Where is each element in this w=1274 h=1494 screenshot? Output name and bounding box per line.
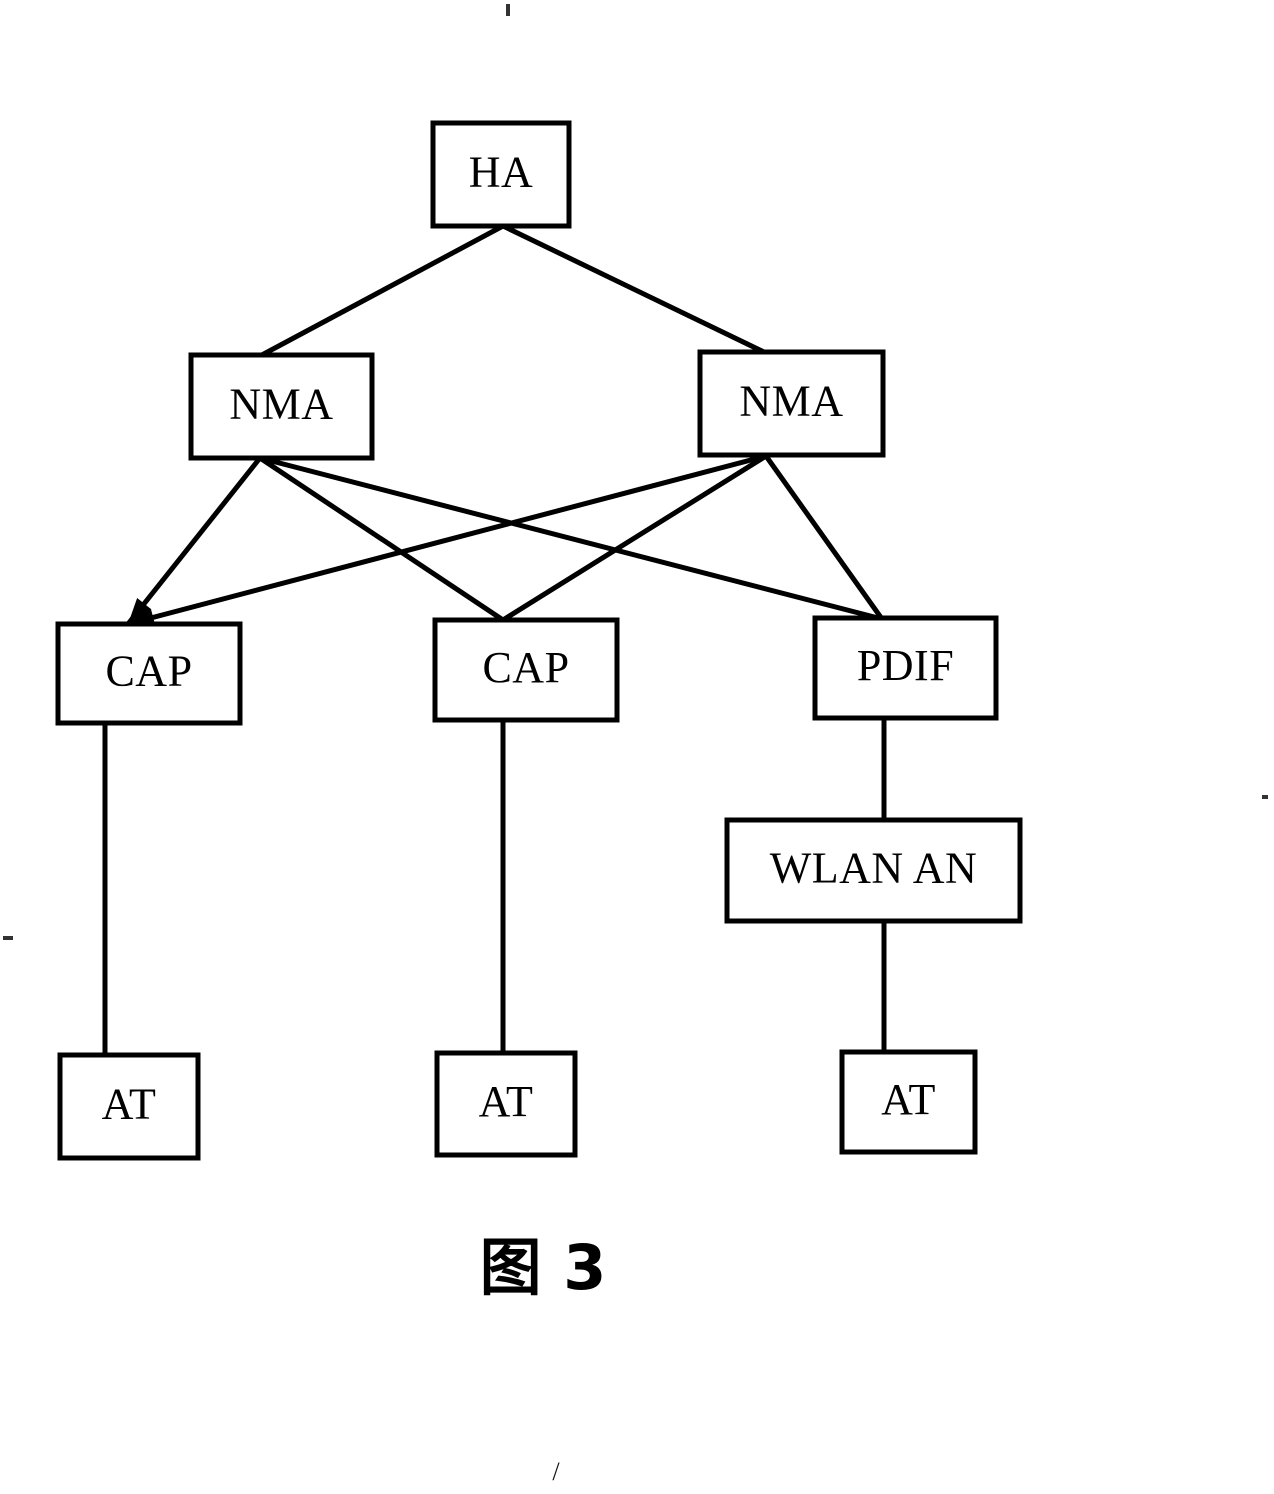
connector-nma_r-to-cap_l	[127, 453, 767, 627]
node-label-pdif: PDIF	[857, 641, 954, 690]
speck-top	[506, 4, 510, 16]
node-layer: HA NMA NMA CAP CAP PDIF WLAN AN AT AT AT	[55, 120, 1023, 1161]
connector-nma_r-to-cap_m	[501, 453, 768, 623]
node-at_m[interactable]: AT	[434, 1050, 578, 1158]
node-label-ha: HA	[469, 148, 534, 197]
node-at_r[interactable]: AT	[839, 1049, 978, 1155]
node-label-cap_l: CAP	[105, 647, 192, 696]
node-label-nma_r: NMA	[739, 377, 843, 426]
connector-nma_l-to-cap_l	[126, 456, 262, 626]
connector-ha-to-nma_r	[501, 223, 768, 356]
connector-ha-to-nma_l	[258, 223, 505, 359]
node-label-at_m: AT	[479, 1077, 534, 1126]
node-label-cap_m: CAP	[482, 643, 569, 692]
node-nma_l[interactable]: NMA	[188, 352, 375, 461]
node-label-wlan: WLAN AN	[770, 844, 978, 893]
figure-sheet: HA NMA NMA CAP CAP PDIF WLAN AN AT AT AT 图 3 /	[0, 0, 1274, 1494]
connector-nma_l-to-pdif	[259, 455, 883, 622]
node-pdif[interactable]: PDIF	[812, 615, 999, 721]
node-cap_m[interactable]: CAP	[432, 617, 620, 723]
node-ha[interactable]: HA	[430, 120, 572, 229]
speck-left-mid	[3, 936, 13, 940]
scan-artifact-layer	[3, 4, 1268, 940]
connector-nma_l-to-cap_m	[258, 455, 505, 623]
node-at_l[interactable]: AT	[57, 1052, 201, 1161]
speck-right-upper	[1262, 795, 1268, 799]
node-wlan[interactable]: WLAN AN	[724, 817, 1023, 924]
network-architecture-diagram: HA NMA NMA CAP CAP PDIF WLAN AN AT AT AT 图 3 /	[3, 4, 1268, 1486]
node-cap_l[interactable]: CAP	[55, 621, 243, 726]
node-label-at_r: AT	[881, 1075, 936, 1124]
node-label-nma_l: NMA	[229, 380, 333, 429]
page-mark: /	[552, 1457, 560, 1486]
node-label-at_l: AT	[102, 1080, 157, 1129]
figure-caption: 图 3	[480, 1231, 607, 1304]
node-nma_r[interactable]: NMA	[697, 349, 886, 458]
